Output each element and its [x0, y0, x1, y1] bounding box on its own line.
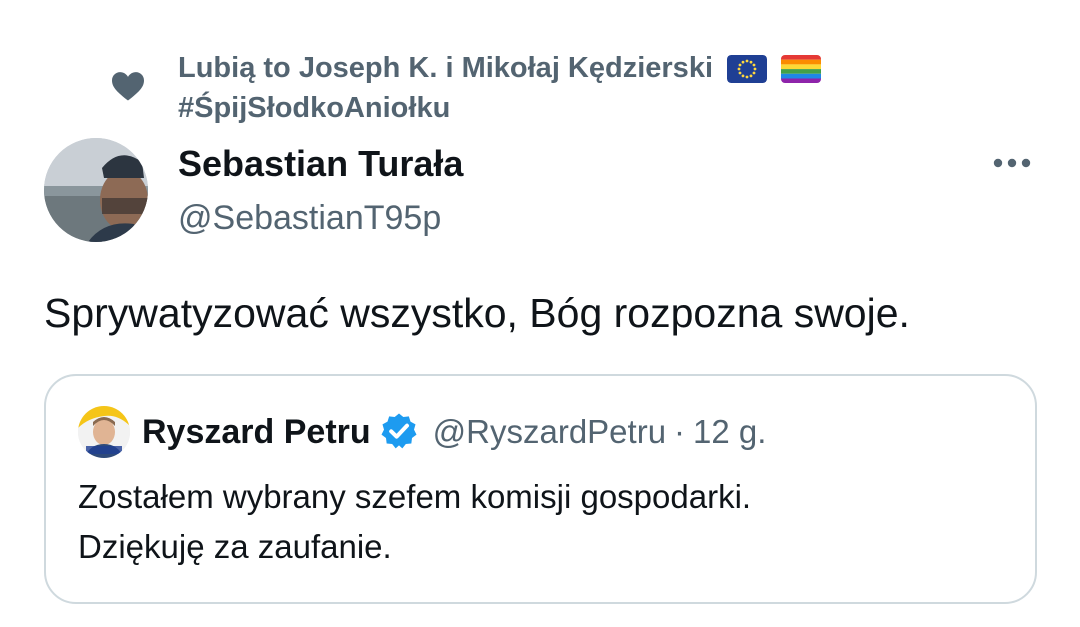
separator-dot: ·: [674, 413, 686, 450]
quoted-author-name[interactable]: Ryszard Petru: [142, 413, 371, 451]
eu-flag-icon: [727, 55, 768, 83]
verified-badge-icon: [381, 413, 417, 449]
quoted-author-avatar[interactable]: [78, 406, 130, 458]
tweet-card[interactable]: Lubią to Joseph K. i Mikołaj Kędzierski …: [0, 0, 1080, 627]
heart-icon: [112, 72, 144, 101]
quoted-text-line-2: Dziękuję za zaufanie.: [78, 528, 392, 565]
quoted-tweet-text: Zostałem wybrany szefem komisji gospodar…: [78, 472, 1008, 572]
quoted-text-line-1: Zostałem wybrany szefem komisji gospodar…: [78, 478, 752, 515]
hashtag-link[interactable]: #ŚpijSłodkoAniołku: [178, 92, 450, 124]
author-name[interactable]: Sebastian Turała: [178, 142, 463, 186]
social-context-text: Lubią to Joseph K. i Mikołaj Kędzierski …: [178, 48, 1010, 128]
quoted-author-handle[interactable]: @RyszardPetru: [433, 413, 666, 450]
author-avatar[interactable]: [44, 138, 148, 242]
avatar-photo: [44, 138, 148, 242]
quoted-header: Ryszard Petru @RyszardPetru · 12 g.: [142, 410, 766, 454]
more-options-icon[interactable]: [990, 150, 1034, 176]
quoted-timestamp[interactable]: 12 g.: [693, 413, 766, 450]
social-context[interactable]: Lubią to Joseph K. i Mikołaj Kędzierski …: [110, 48, 1010, 128]
tweet-text: Sprywatyzować wszystko, Bóg rozpozna swo…: [44, 290, 910, 336]
liked-by-text: Lubią to Joseph K. i Mikołaj Kędzierski: [178, 52, 713, 84]
quoted-avatar-photo: [78, 406, 130, 458]
author-handle[interactable]: @SebastianT95p: [178, 196, 441, 240]
rainbow-flag-icon: [781, 55, 822, 83]
quoted-tweet[interactable]: Ryszard Petru @RyszardPetru · 12 g. Został…: [44, 374, 1037, 604]
